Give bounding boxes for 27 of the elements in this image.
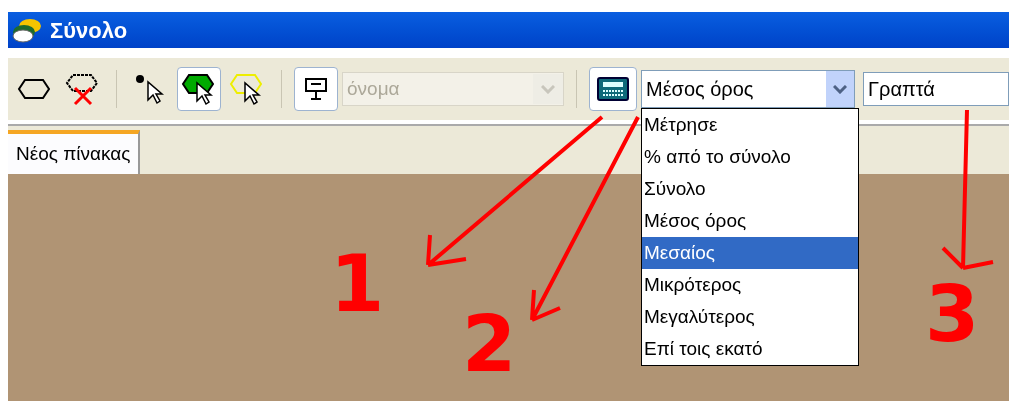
- aggregate-combo[interactable]: Μέσος όρος: [641, 70, 855, 108]
- dropdown-option[interactable]: Μεγαλύτερος: [642, 301, 858, 333]
- text-field[interactable]: Γραπτά: [863, 72, 1009, 106]
- dropdown-option[interactable]: Μικρότερος: [642, 269, 858, 301]
- dropdown-option[interactable]: Μεσαίος: [642, 237, 858, 269]
- chevron-down-icon: [833, 84, 847, 94]
- delete-shape-icon: [65, 72, 99, 106]
- app-icon: [12, 17, 42, 43]
- dropdown-option[interactable]: % από το σύνολο: [642, 141, 858, 173]
- calculator-icon: [597, 77, 629, 101]
- annotation-number: 1: [330, 245, 385, 323]
- dropdown-option[interactable]: Μέτρησε: [642, 109, 858, 141]
- tab[interactable]: Νέος πίνακας: [8, 130, 141, 174]
- dropdown-option[interactable]: Σύνολο: [642, 173, 858, 205]
- annotation-number: 3: [925, 275, 980, 353]
- dropdown-option[interactable]: Μέσος όρος: [642, 205, 858, 237]
- dropdown-button[interactable]: [826, 71, 854, 107]
- tool-button[interactable]: [177, 67, 221, 111]
- projector-screen-icon: [303, 76, 329, 102]
- chevron-down-icon: [541, 84, 555, 94]
- calculator-button[interactable]: [589, 67, 637, 111]
- pointer-icon: [181, 71, 217, 107]
- presentation-button[interactable]: [294, 67, 338, 111]
- pointer-icon: [229, 71, 265, 107]
- dropdown-option[interactable]: Επί τοις εκατό: [642, 333, 858, 365]
- window-title: Σύνολο: [50, 16, 128, 45]
- annotation-number: 2: [462, 305, 517, 383]
